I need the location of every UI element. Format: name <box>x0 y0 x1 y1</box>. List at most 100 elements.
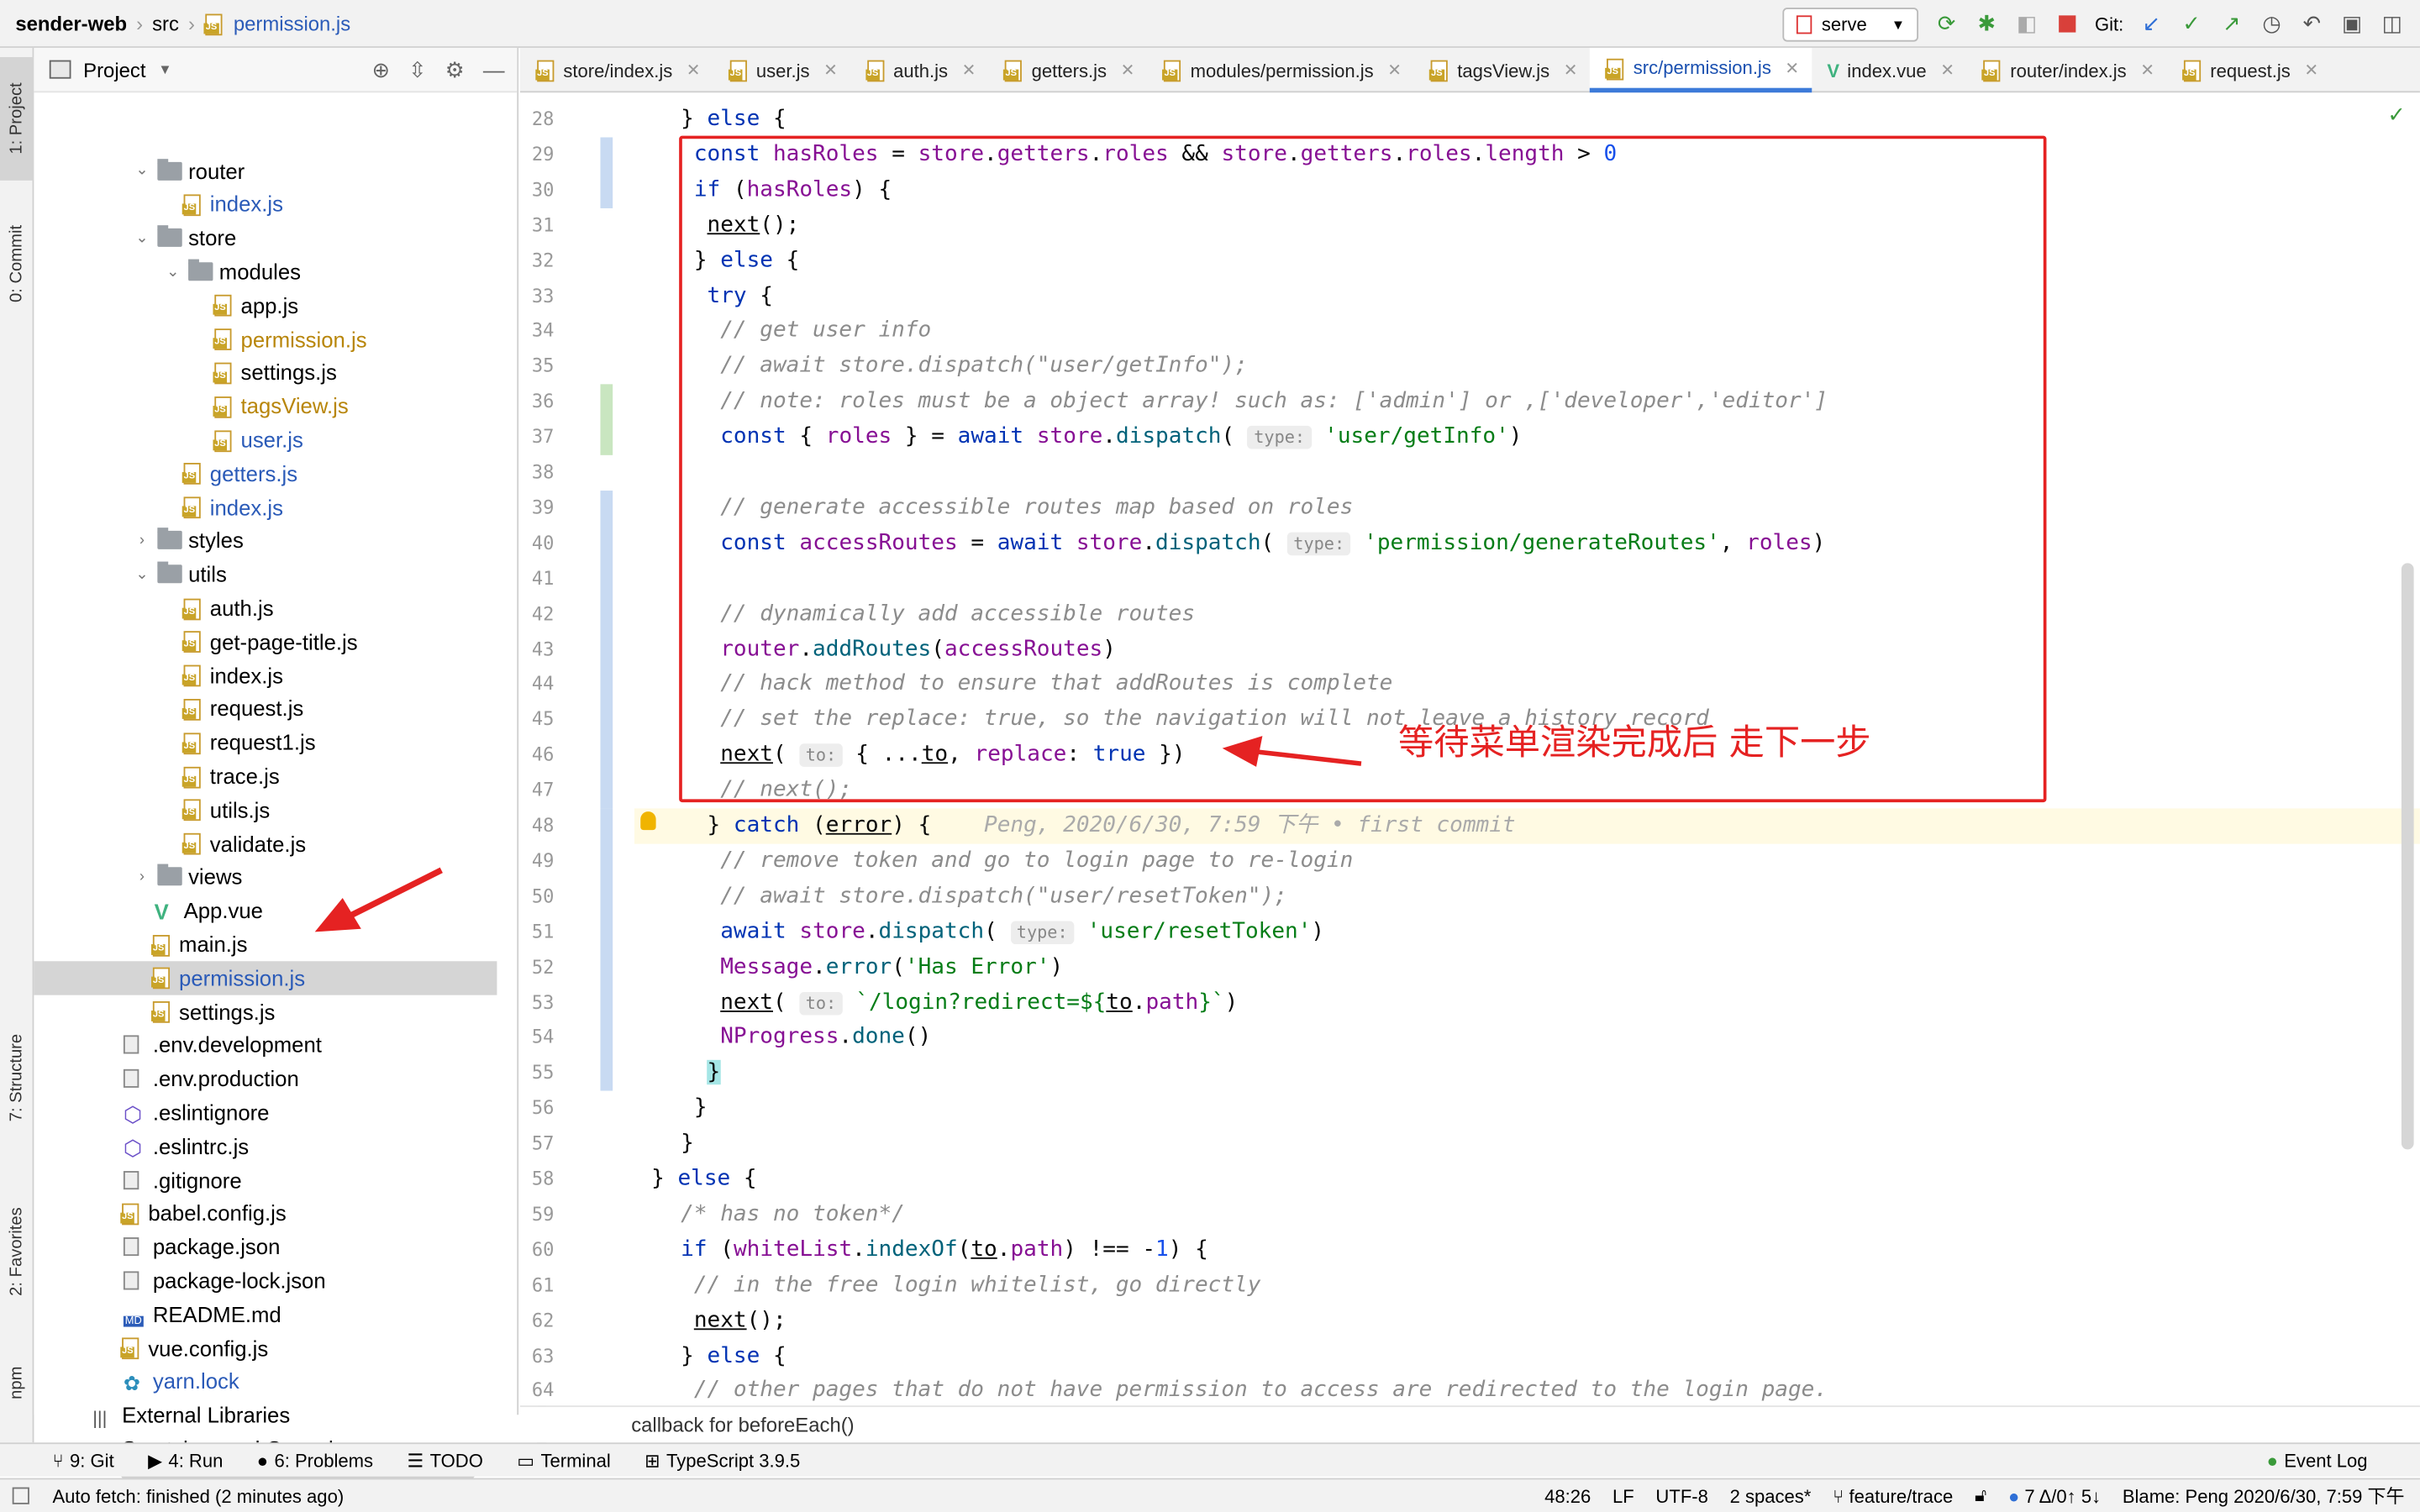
line-number[interactable]: 46 <box>520 744 555 766</box>
tree-item[interactable]: tagsView.js <box>34 390 497 423</box>
line-number[interactable]: 50 <box>520 885 555 907</box>
git-update-icon[interactable]: ↙ <box>2139 11 2164 36</box>
tree-item[interactable]: › styles <box>34 524 497 558</box>
code-line[interactable]: await store.dispatch( type: 'user/resetT… <box>655 915 1324 950</box>
editor-breadcrumb[interactable]: callback for beforeEach() <box>519 1405 2420 1443</box>
file-encoding[interactable]: UTF-8 <box>1655 1485 1707 1507</box>
code-line[interactable]: next( to: `/login?redirect=${to.path}`) <box>655 985 1238 1021</box>
editor-tab[interactable]: store/index.js ✕ <box>520 48 713 92</box>
debug-icon[interactable]: ✱ <box>1975 11 1999 36</box>
tree-item[interactable]: vue.config.js <box>34 1331 497 1365</box>
line-number[interactable]: 28 <box>520 108 555 130</box>
locate-icon[interactable]: ⊕ <box>372 57 391 83</box>
tree-item[interactable]: trace.js <box>34 759 497 793</box>
line-number[interactable]: 30 <box>520 179 555 201</box>
line-number[interactable]: 35 <box>520 355 555 377</box>
tree-item[interactable]: package.json <box>34 1231 497 1264</box>
editor-tab[interactable]: router/index.js ✕ <box>1967 48 2167 92</box>
line-number[interactable]: 34 <box>520 320 555 342</box>
npm-tool-tab[interactable]: npm <box>0 1344 34 1421</box>
close-icon[interactable]: ✕ <box>1121 60 1135 80</box>
close-icon[interactable]: ✕ <box>962 60 976 80</box>
editor-tab[interactable]: modules/permission.js ✕ <box>1147 48 1414 92</box>
problems-tool-button[interactable]: ● 6: Problems <box>257 1450 373 1472</box>
vcs-change-marker[interactable] <box>600 384 613 455</box>
tree-item[interactable]: .env.production <box>34 1062 497 1095</box>
line-number[interactable]: 58 <box>520 1168 555 1189</box>
line-number[interactable]: 54 <box>520 1026 555 1048</box>
line-number[interactable]: 33 <box>520 285 555 307</box>
chevron-right-icon[interactable]: › <box>133 869 151 885</box>
line-number[interactable]: 63 <box>520 1345 555 1367</box>
close-icon[interactable]: ✕ <box>823 60 838 80</box>
rollback-icon[interactable]: ↶ <box>2300 11 2324 36</box>
close-icon[interactable]: ✕ <box>2304 60 2318 80</box>
chevron-down-icon[interactable]: ⌄ <box>133 162 151 179</box>
line-number[interactable]: 57 <box>520 1132 555 1154</box>
code-line[interactable]: // in the free login whitelist, go direc… <box>655 1268 1261 1303</box>
project-tool-tab[interactable]: 1: Project <box>0 56 34 181</box>
tree-item[interactable]: permission.js <box>34 961 497 995</box>
layout-icon[interactable]: ◫ <box>2380 11 2404 36</box>
editor-tab[interactable]: Vindex.vue ✕ <box>1812 48 1967 92</box>
commit-tool-tab[interactable]: 0: Commit <box>0 202 34 326</box>
tree-item[interactable]: ||| External Libraries <box>34 1399 497 1432</box>
git-push-icon[interactable]: ↗ <box>2219 11 2244 36</box>
code-line[interactable]: // other pages that do not have permissi… <box>655 1373 1828 1405</box>
editor-tab[interactable]: user.js ✕ <box>713 48 850 92</box>
line-number[interactable]: 40 <box>520 532 555 554</box>
code-line[interactable]: if (whiteList.indexOf(to.path) !== -1) { <box>655 1232 1208 1268</box>
tree-item[interactable]: validate.js <box>34 827 497 860</box>
minimize-icon[interactable]: — <box>483 57 505 83</box>
project-panel-title[interactable]: Project <box>83 58 145 81</box>
tree-item[interactable]: ⌄ modules <box>34 255 497 288</box>
line-number[interactable]: 60 <box>520 1238 555 1260</box>
structure-tool-tab[interactable]: 7: Structure <box>0 1005 34 1151</box>
vcs-change-marker[interactable] <box>600 137 613 208</box>
close-icon[interactable]: ✕ <box>1564 60 1578 80</box>
line-number[interactable]: 32 <box>520 249 555 271</box>
tree-item[interactable]: auth.js <box>34 591 497 625</box>
history-icon[interactable]: ◷ <box>2260 11 2284 36</box>
chevron-down-icon[interactable]: ⌄ <box>133 229 151 246</box>
tree-item[interactable]: settings.js <box>34 356 497 390</box>
gear-icon[interactable]: ⚙ <box>445 57 465 83</box>
line-number[interactable]: 29 <box>520 144 555 165</box>
git-changes[interactable]: ● 7 Δ/0↑ 5↓ <box>2008 1485 2101 1507</box>
tree-item[interactable]: .env.development <box>34 1028 497 1062</box>
typescript-tool-button[interactable]: ⊞ TypeScript 3.9.5 <box>644 1450 800 1472</box>
line-number[interactable]: 61 <box>520 1274 555 1296</box>
code-line[interactable]: } <box>655 1091 708 1126</box>
rerun-icon[interactable]: ⟳ <box>1934 11 1959 36</box>
line-number[interactable]: 59 <box>520 1203 555 1225</box>
line-number[interactable]: 47 <box>520 780 555 801</box>
line-number[interactable]: 48 <box>520 815 555 837</box>
breadcrumb-folder[interactable]: src <box>152 12 179 35</box>
line-number[interactable]: 53 <box>520 991 555 1013</box>
status-message[interactable]: Auto fetch: finished (2 minutes ago) <box>0 1485 344 1507</box>
presentation-icon[interactable]: ▣ <box>2339 11 2364 36</box>
tree-item[interactable]: index.js <box>34 659 497 692</box>
tree-item[interactable]: permission.js <box>34 322 497 355</box>
tree-item[interactable]: user.js <box>34 423 497 457</box>
git-branch[interactable]: ⑂ feature/trace <box>1833 1485 1953 1507</box>
line-number[interactable]: 49 <box>520 850 555 872</box>
chevron-down-icon[interactable]: ⌄ <box>133 566 151 583</box>
code-line[interactable]: /* has no token*/ <box>655 1197 905 1232</box>
code-line[interactable]: next(); <box>655 1303 786 1338</box>
editor-tab[interactable]: src/permission.js ✕ <box>1590 47 1812 93</box>
tree-item[interactable]: ⌄ utils <box>34 558 497 591</box>
status-window-icon[interactable] <box>12 1487 29 1504</box>
tree-item[interactable]: request1.js <box>34 726 497 759</box>
code-line[interactable]: NProgress.done() <box>655 1021 931 1056</box>
breadcrumb-file[interactable]: permission.js <box>234 12 350 35</box>
inspection-ok-icon[interactable]: ✓ <box>2387 102 2406 128</box>
close-icon[interactable]: ✕ <box>2140 60 2154 80</box>
code-line[interactable]: // remove token and go to login page to … <box>655 843 1353 879</box>
vcs-change-marker[interactable] <box>600 490 613 809</box>
code-line[interactable]: } catch (error) { Peng, 2020/6/30, 7:59 … <box>655 808 1516 843</box>
run-config-select[interactable]: serve ▼ <box>1782 7 1919 41</box>
chevron-right-icon[interactable]: › <box>133 533 151 549</box>
tree-item[interactable]: app.js <box>34 288 497 322</box>
line-number[interactable]: 56 <box>520 1097 555 1119</box>
